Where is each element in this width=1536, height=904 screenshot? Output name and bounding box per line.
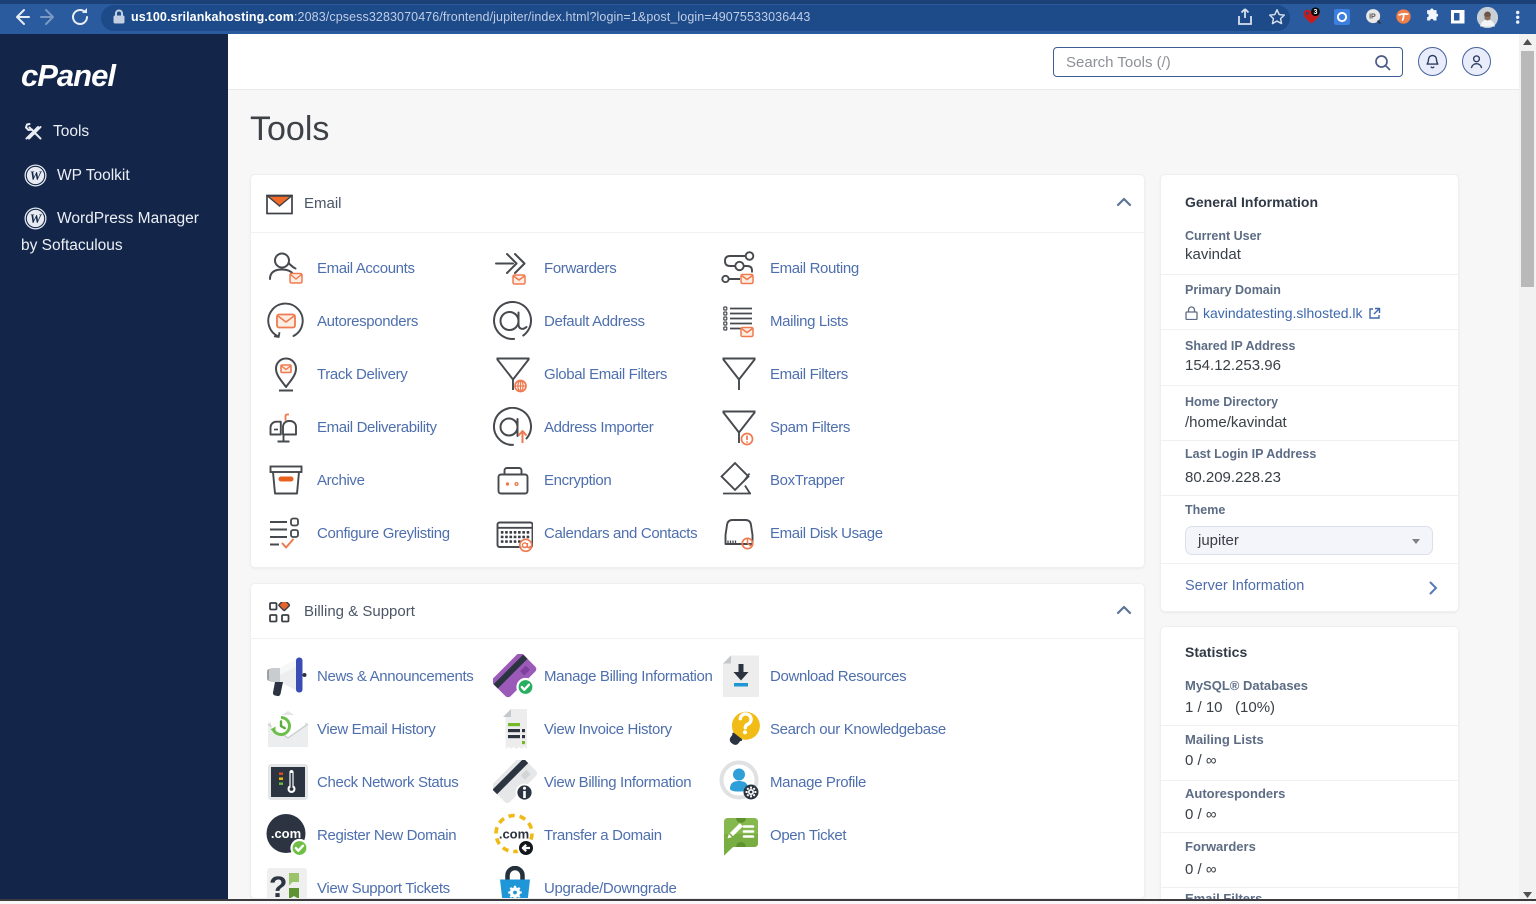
svg-text:IP: IP xyxy=(1369,14,1376,21)
svg-text:.com: .com xyxy=(271,826,301,841)
svg-text:?: ? xyxy=(269,871,287,899)
svg-text:W: W xyxy=(30,211,43,226)
svg-text:3: 3 xyxy=(1313,8,1317,16)
svg-text:W: W xyxy=(30,168,43,183)
